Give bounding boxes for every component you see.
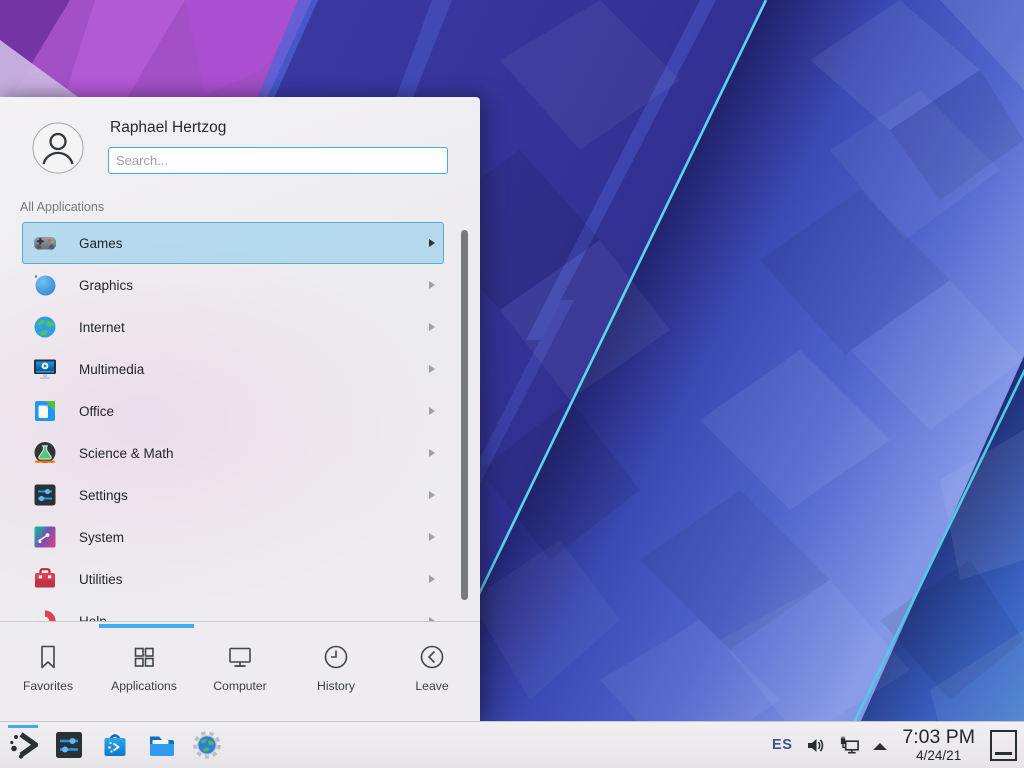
globe-gear-icon bbox=[192, 730, 222, 760]
category-row-settings[interactable]: Settings bbox=[22, 474, 444, 516]
category-row-games[interactable]: Games bbox=[22, 222, 444, 264]
system-icon bbox=[32, 524, 58, 550]
volume-icon[interactable] bbox=[805, 735, 826, 756]
submenu-arrow-icon bbox=[429, 575, 435, 583]
clock-date: 4/24/21 bbox=[916, 749, 961, 763]
category-row-office[interactable]: Office bbox=[22, 390, 444, 432]
discover-button[interactable] bbox=[100, 730, 130, 760]
category-label: Office bbox=[79, 404, 114, 419]
category-label: Utilities bbox=[79, 572, 123, 587]
category-label: Science & Math bbox=[79, 446, 174, 461]
category-label: System bbox=[79, 530, 124, 545]
settings-icon bbox=[32, 482, 58, 508]
launcher-tab-bar: Favorites Applications bbox=[0, 630, 480, 718]
category-label: Settings bbox=[79, 488, 128, 503]
footer-divider bbox=[0, 621, 480, 622]
bookmark-icon bbox=[33, 642, 63, 672]
submenu-arrow-icon bbox=[429, 323, 435, 331]
submenu-arrow-icon bbox=[429, 239, 435, 247]
system-settings-button[interactable] bbox=[54, 730, 84, 760]
category-label: Games bbox=[79, 236, 123, 251]
submenu-arrow-icon bbox=[429, 491, 435, 499]
application-launcher-menu: Raphael Hertzog All Applications Games bbox=[0, 97, 480, 721]
tab-label: Leave bbox=[415, 679, 448, 693]
tab-applications[interactable]: Applications bbox=[96, 630, 192, 718]
tab-favorites[interactable]: Favorites bbox=[0, 630, 96, 718]
taskbar-app-icons bbox=[0, 730, 222, 760]
category-row-multimedia[interactable]: Multimedia bbox=[22, 348, 444, 390]
search-input[interactable] bbox=[108, 147, 448, 174]
show-desktop-button[interactable] bbox=[990, 730, 1017, 761]
desktop: Raphael Hertzog All Applications Games bbox=[0, 0, 1024, 768]
submenu-arrow-icon bbox=[429, 407, 435, 415]
category-label: Help bbox=[79, 614, 107, 622]
active-app-indicator bbox=[8, 725, 38, 728]
submenu-arrow-icon bbox=[429, 281, 435, 289]
category-list: Games Graphics bbox=[0, 222, 480, 621]
folder-icon bbox=[146, 730, 176, 760]
tab-computer[interactable]: Computer bbox=[192, 630, 288, 718]
network-icon[interactable] bbox=[839, 735, 860, 756]
clock-icon bbox=[321, 642, 351, 672]
submenu-arrow-icon bbox=[429, 365, 435, 373]
taskbar: ES 7:03 PM 4/24/21 bbox=[0, 721, 1024, 768]
tab-label: Applications bbox=[111, 679, 177, 693]
tab-leave[interactable]: Leave bbox=[384, 630, 480, 718]
gamepad-icon bbox=[32, 230, 58, 256]
application-launcher-button[interactable] bbox=[8, 730, 38, 760]
discover-icon bbox=[100, 730, 130, 760]
category-label: Graphics bbox=[79, 278, 133, 293]
system-tray: ES 7:03 PM 4/24/21 bbox=[772, 728, 1024, 763]
category-label: Multimedia bbox=[79, 362, 144, 377]
kde-launcher-icon bbox=[8, 730, 38, 760]
launcher-header: Raphael Hertzog bbox=[0, 97, 480, 185]
science-icon bbox=[32, 440, 58, 466]
tab-label: Computer bbox=[213, 679, 267, 693]
multimedia-icon bbox=[32, 356, 58, 382]
section-label: All Applications bbox=[20, 200, 104, 214]
app-grid-icon bbox=[129, 642, 159, 672]
office-icon bbox=[32, 398, 58, 424]
list-scrollbar[interactable] bbox=[461, 230, 468, 600]
submenu-arrow-icon bbox=[429, 533, 435, 541]
submenu-arrow-icon bbox=[429, 449, 435, 457]
utilities-icon bbox=[32, 566, 58, 592]
system-settings-icon bbox=[54, 730, 84, 760]
category-row-utilities[interactable]: Utilities bbox=[22, 558, 444, 600]
tab-label: History bbox=[317, 679, 355, 693]
category-row-graphics[interactable]: Graphics bbox=[22, 264, 444, 306]
globe-icon bbox=[32, 314, 58, 340]
active-tab-indicator bbox=[99, 624, 194, 628]
tab-history[interactable]: History bbox=[288, 630, 384, 718]
graphics-icon bbox=[32, 272, 58, 298]
clock-time: 7:03 PM bbox=[902, 728, 975, 748]
web-browser-button[interactable] bbox=[192, 730, 222, 760]
category-row-science-math[interactable]: Science & Math bbox=[22, 432, 444, 474]
category-label: Internet bbox=[79, 320, 125, 335]
help-icon bbox=[32, 608, 58, 621]
tab-label: Favorites bbox=[23, 679, 73, 693]
user-name: Raphael Hertzog bbox=[110, 119, 226, 137]
leave-icon bbox=[417, 642, 447, 672]
file-manager-button[interactable] bbox=[146, 730, 176, 760]
user-avatar-icon[interactable] bbox=[32, 122, 84, 174]
category-row-system[interactable]: System bbox=[22, 516, 444, 558]
category-row-internet[interactable]: Internet bbox=[22, 306, 444, 348]
monitor-icon bbox=[225, 642, 255, 672]
category-row-help[interactable]: Help bbox=[22, 600, 444, 621]
expand-tray-icon[interactable] bbox=[873, 743, 887, 750]
keyboard-layout-indicator[interactable]: ES bbox=[772, 737, 792, 753]
clock[interactable]: 7:03 PM 4/24/21 bbox=[902, 728, 975, 763]
